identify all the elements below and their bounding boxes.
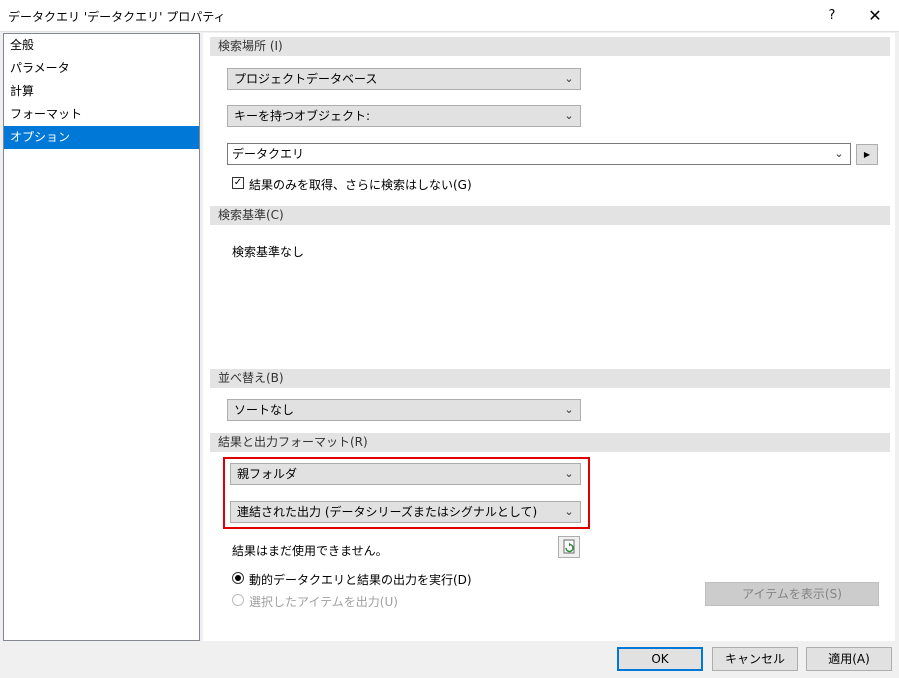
nav-item-options[interactable]: オプション [4,126,199,149]
chevron-down-icon: ⌄ [564,505,574,518]
search-criteria-text: 検索基準なし [232,245,305,259]
chevron-down-icon: ⌄ [564,109,574,122]
object-type-dropdown-value: キーを持つオブジェクト: [234,109,371,123]
chevron-down-icon[interactable]: ⌄ [832,144,846,164]
play-arrow-icon[interactable]: ▶ [856,144,878,165]
folder-dropdown-value: 親フォルダ [237,467,298,481]
results-only-checkbox[interactable]: ✓ [232,177,244,189]
folder-dropdown[interactable]: 親フォルダ ⌄ [230,463,581,485]
output-format-dropdown-value: 連結された出力 (データシリーズまたはシグナルとして) [237,505,538,519]
refresh-button[interactable] [558,536,580,558]
help-button[interactable]: ? [812,0,852,31]
object-type-dropdown[interactable]: キーを持つオブジェクト: ⌄ [227,105,581,127]
ok-button[interactable]: OK [617,647,703,671]
result-output-header: 結果と出力フォーマット(R) [210,433,890,452]
show-items-button[interactable]: アイテムを表示(S) [705,582,879,606]
nav-item-parameters[interactable]: パラメータ [4,57,199,80]
object-combo-value: データクエリ [232,147,305,161]
close-button[interactable]: ✕ [852,0,898,31]
search-criteria-header: 検索基準(C) [210,206,890,225]
cancel-button[interactable]: キャンセル [712,647,798,671]
output-format-dropdown[interactable]: 連結された出力 (データシリーズまたはシグナルとして) ⌄ [230,501,581,523]
chevron-down-icon: ⌄ [564,467,574,480]
results-only-label[interactable]: 結果のみを取得、さらに検索はしない(G) [249,176,472,193]
radio-dynamic-query-label[interactable]: 動的データクエリと結果の出力を実行(D) [249,571,472,588]
object-combo[interactable]: データクエリ ⌄ [227,143,851,165]
database-dropdown-value: プロジェクトデータベース [234,72,378,86]
database-dropdown[interactable]: プロジェクトデータベース ⌄ [227,68,581,90]
checkmark-icon: ✓ [233,177,243,188]
sort-header: 並べ替え(B) [210,369,890,388]
window-title: データクエリ 'データクエリ' プロパティ [8,10,226,24]
sort-dropdown-value: ソートなし [234,403,295,417]
chevron-down-icon: ⌄ [564,72,574,85]
sort-dropdown[interactable]: ソートなし ⌄ [227,399,581,421]
radio-selected-items[interactable] [232,594,244,606]
apply-button[interactable]: 適用(A) [806,647,892,671]
radio-selected-items-label[interactable]: 選択したアイテムを出力(U) [249,593,398,610]
radio-dynamic-query[interactable] [232,572,244,584]
search-location-header: 検索場所 (I) [210,37,890,56]
options-panel: 検索場所 (I) プロジェクトデータベース ⌄ キーを持つオブジェクト: ⌄ デ… [203,33,895,641]
nav-item-calculation[interactable]: 計算 [4,80,199,103]
nav-item-general[interactable]: 全般 [4,34,199,57]
title-bar: データクエリ 'データクエリ' プロパティ ? ✕ [0,0,899,32]
chevron-down-icon: ⌄ [564,403,574,416]
refresh-icon [563,539,575,554]
nav-item-format[interactable]: フォーマット [4,103,199,126]
radio-selected-dot [235,575,241,581]
category-list: 全般 パラメータ 計算 フォーマット オプション [3,33,200,641]
result-status-text: 結果はまだ使用できません。 [232,544,388,558]
